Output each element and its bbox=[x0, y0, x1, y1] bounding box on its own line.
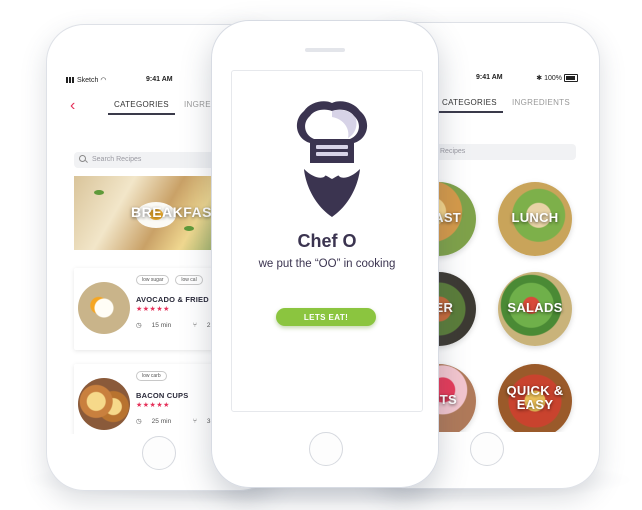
fork-icon: ⑂ bbox=[193, 418, 197, 425]
category-label: SALADS bbox=[507, 300, 563, 315]
status-right: ✱ 100% bbox=[536, 74, 578, 83]
tab-label: INGREDIENTS bbox=[512, 98, 570, 107]
wifi-icon: ◠ bbox=[100, 77, 107, 84]
tab-label: CATEGORIES bbox=[114, 100, 169, 109]
search-input[interactable]: Recipes bbox=[430, 144, 576, 160]
chef-hat-icon bbox=[296, 101, 368, 217]
tagline: we put the “OO” in cooking bbox=[258, 258, 396, 270]
time-label: 25 min bbox=[151, 418, 172, 425]
chef-logo bbox=[292, 99, 372, 219]
tab-categories[interactable]: CATEGORIES bbox=[436, 98, 503, 113]
carrier-label: Sketch bbox=[76, 77, 99, 84]
recipe-thumbnail bbox=[78, 378, 130, 430]
battery-level: 100% bbox=[544, 75, 562, 82]
status-time: 9:41 AM bbox=[146, 76, 173, 83]
category-quick-easy[interactable]: QUICK & EASY bbox=[498, 364, 572, 432]
home-button[interactable] bbox=[142, 436, 176, 470]
search-placeholder: Search Recipes bbox=[92, 156, 142, 163]
signal-icon bbox=[66, 77, 75, 84]
tag-badge: low sugar bbox=[136, 275, 170, 285]
tab-underline bbox=[436, 111, 503, 113]
tab-underline bbox=[108, 113, 175, 115]
category-label: QUICK & EASY bbox=[506, 383, 564, 412]
time-meta: ◷ 25 min bbox=[136, 418, 181, 425]
category-salads[interactable]: SALADS bbox=[498, 272, 572, 346]
battery-icon bbox=[564, 74, 578, 83]
recipe-tags: low sugar low cal bbox=[136, 275, 209, 285]
phone-splash: Chef O we put the “OO” in cooking LETS E… bbox=[211, 20, 439, 488]
time-label: 15 min bbox=[151, 322, 172, 329]
herb-decoration bbox=[184, 226, 194, 231]
status-bar: 9:41 AM ✱ 100% bbox=[430, 74, 584, 86]
rating-stars: ★★★★★ bbox=[136, 306, 170, 313]
recipe-thumbnail bbox=[78, 282, 130, 334]
splash-screen: Chef O we put the “OO” in cooking LETS E… bbox=[231, 70, 423, 412]
herb-decoration bbox=[94, 190, 104, 195]
tab-categories[interactable]: CATEGORIES bbox=[108, 100, 175, 115]
carrier: Sketch ◠ bbox=[66, 76, 106, 84]
recipe-tags: low carb bbox=[136, 371, 173, 381]
search-placeholder: Recipes bbox=[440, 148, 466, 155]
fork-icon: ⑂ bbox=[193, 322, 197, 329]
back-arrow-icon[interactable]: ‹ bbox=[70, 98, 76, 114]
categories-screen: 9:41 AM ✱ 100% CATEGORIES INGREDIENTS Re… bbox=[430, 66, 584, 432]
category-lunch[interactable]: LUNCH bbox=[498, 182, 572, 256]
speaker-grille bbox=[305, 48, 345, 52]
brand-name: Chef O bbox=[297, 231, 357, 251]
category-label: LUNCH bbox=[511, 210, 559, 225]
tag-badge: low cal bbox=[175, 275, 203, 285]
time-meta: ◷ 15 min bbox=[136, 322, 181, 329]
tab-bar: CATEGORIES INGREDIENTS bbox=[430, 94, 584, 116]
lets-eat-button[interactable]: LETS EAT! bbox=[276, 308, 376, 326]
tab-ingredients[interactable]: INGREDIENTS bbox=[512, 98, 570, 107]
search-icon bbox=[79, 155, 86, 162]
clock-icon: ◷ bbox=[136, 418, 142, 425]
rating-stars: ★★★★★ bbox=[136, 402, 170, 409]
bluetooth-icon: ✱ bbox=[536, 75, 543, 82]
tab-label: CATEGORIES bbox=[442, 98, 497, 107]
home-button[interactable] bbox=[470, 432, 504, 466]
status-time: 9:41 AM bbox=[476, 74, 503, 81]
clock-icon: ◷ bbox=[136, 322, 142, 329]
recipe-title: BACON CUPS bbox=[136, 391, 189, 400]
home-button[interactable] bbox=[309, 432, 343, 466]
tag-badge: low carb bbox=[136, 371, 167, 381]
